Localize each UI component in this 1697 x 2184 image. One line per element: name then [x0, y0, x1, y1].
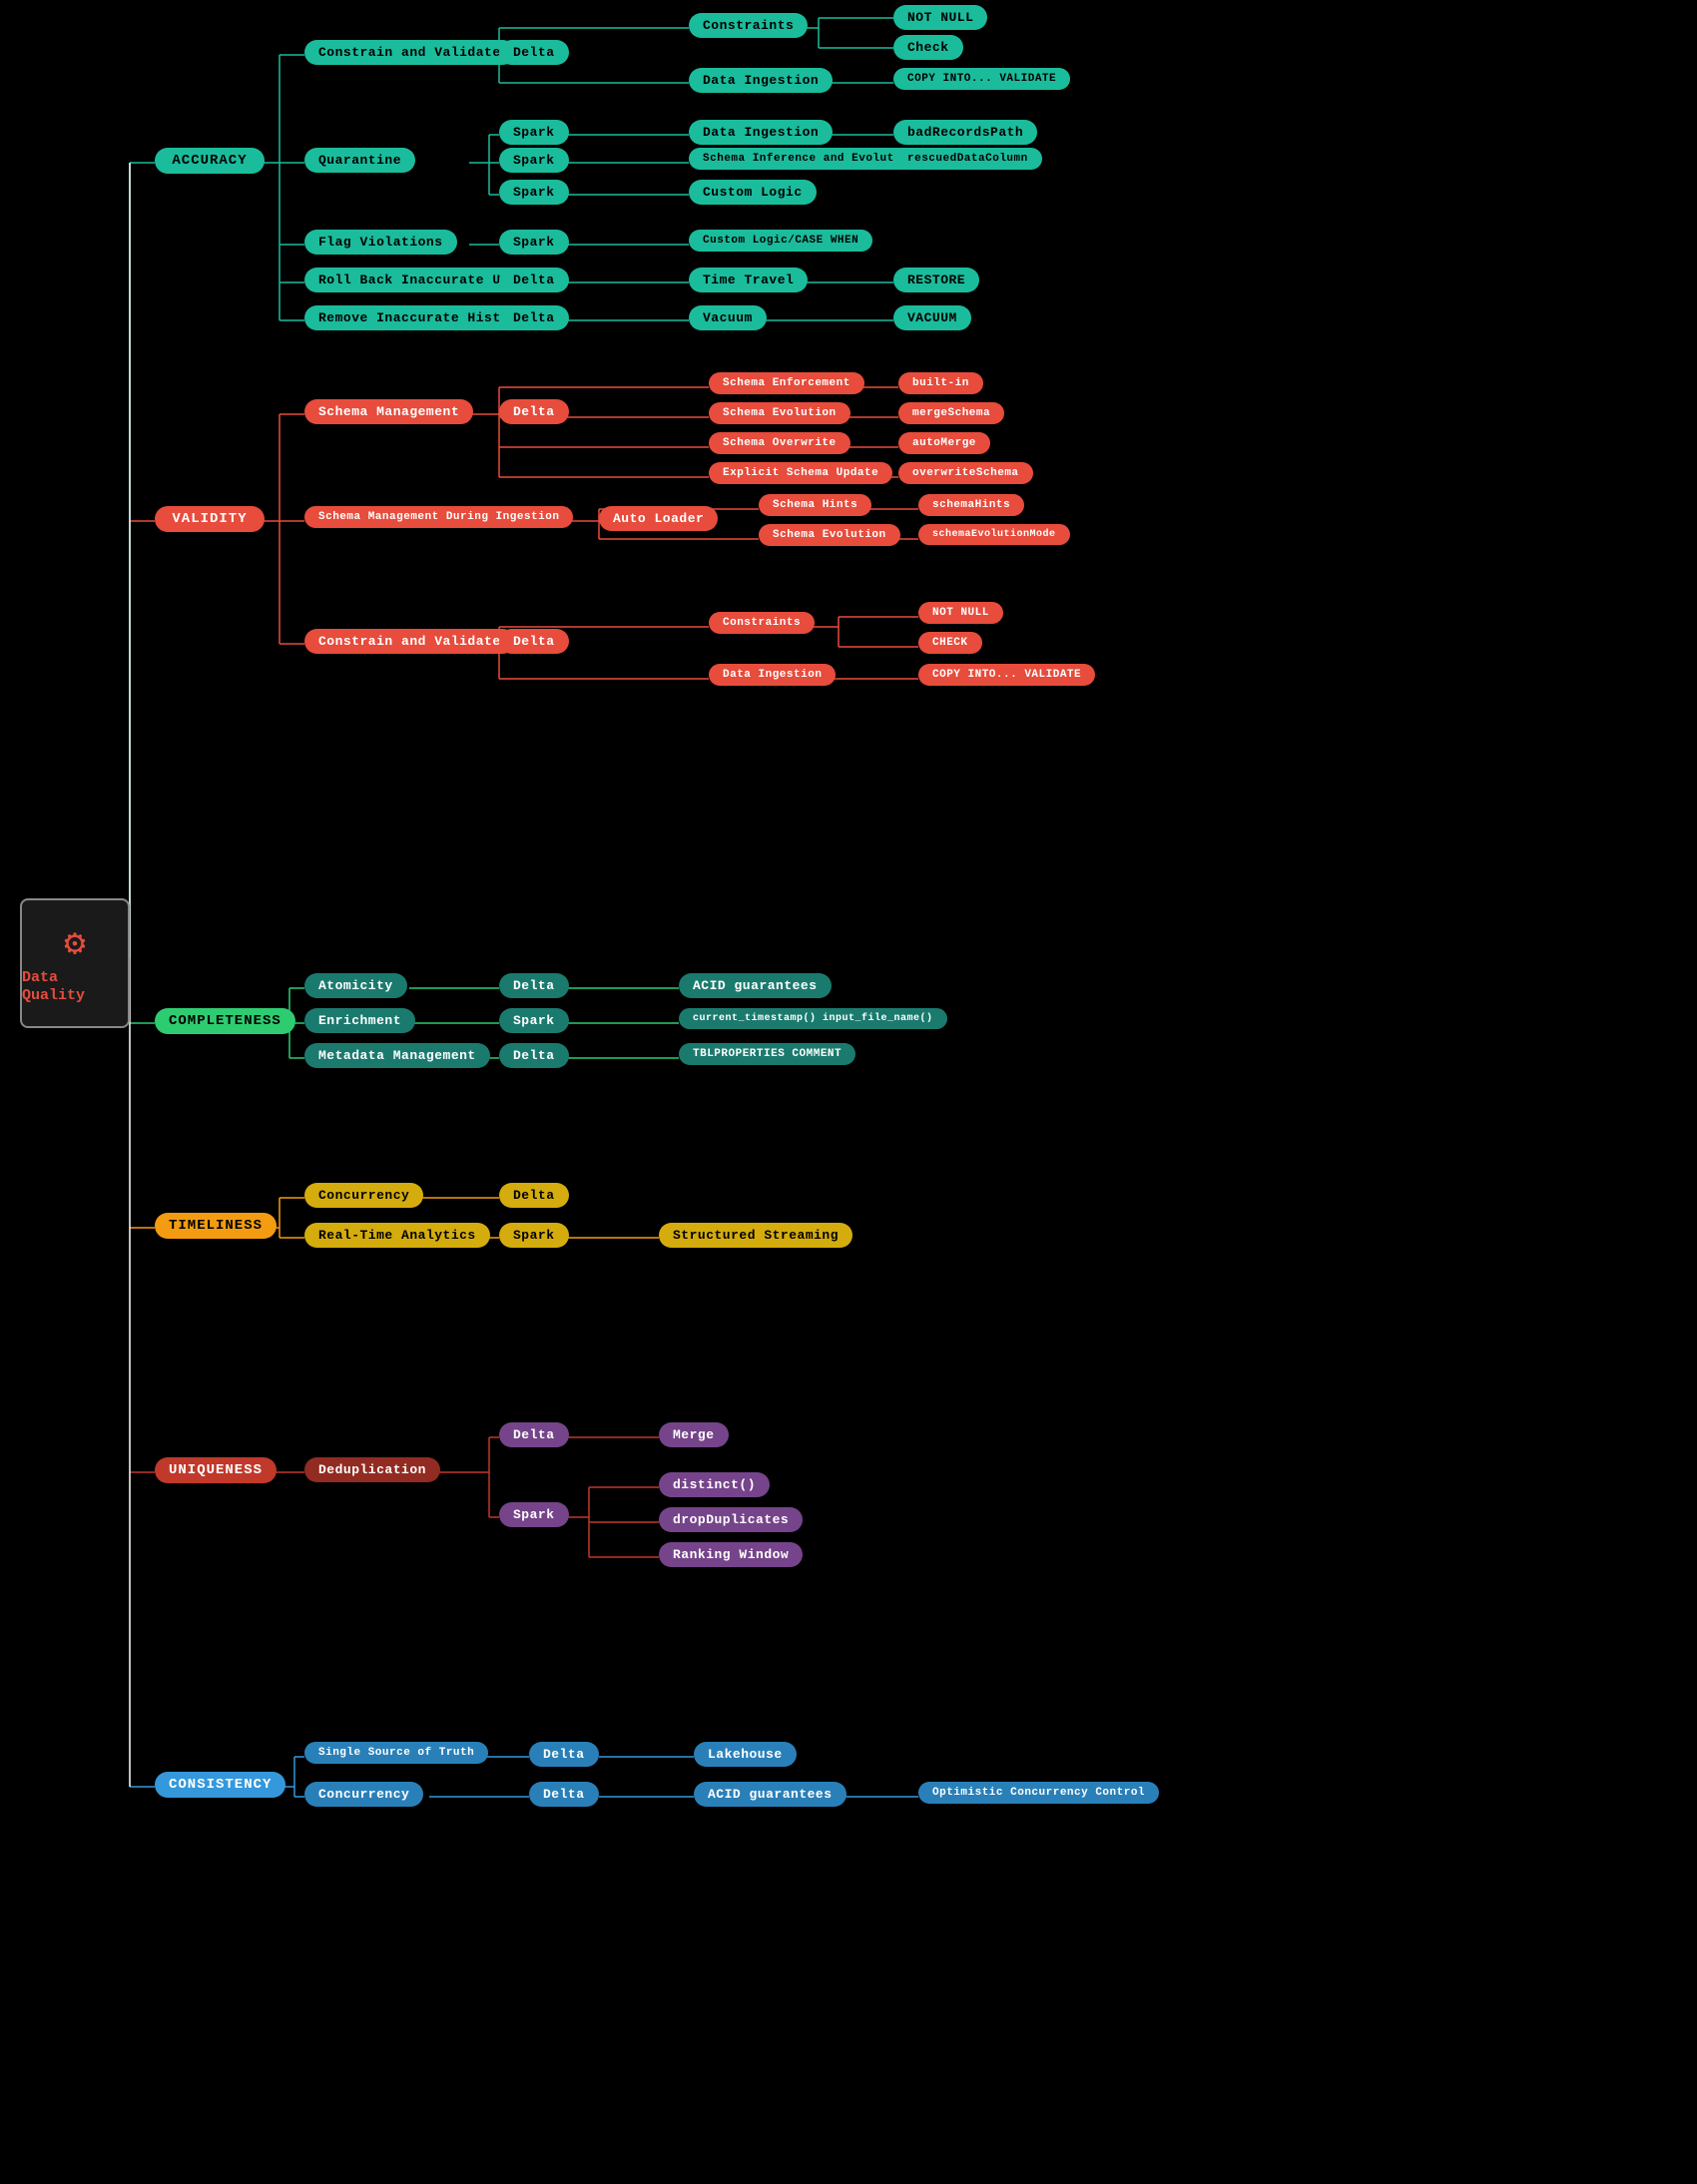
schema-mgmt-ing-val: Schema Management During Ingestion	[304, 506, 573, 528]
delta-acc2: Delta	[499, 268, 569, 292]
opt-concurrency-con: Optimistic Concurrency Control	[918, 1782, 1159, 1804]
flag-violations-acc: Flag Violations	[304, 230, 457, 255]
copy-validate-val: COPY INTO... VALIDATE	[918, 664, 1095, 686]
bad-records-acc: badRecordsPath	[893, 120, 1037, 145]
ranking-uniq: Ranking Window	[659, 1542, 803, 1567]
auto-merge-val: autoMerge	[898, 432, 990, 454]
custom-logic-acc1: Custom Logic	[689, 180, 817, 205]
schema-mgmt-val: Schema Management	[304, 399, 473, 424]
metadata-mgmt-comp: Metadata Management	[304, 1043, 490, 1068]
spark-acc1: Spark	[499, 120, 569, 145]
delta-val2: Delta	[499, 629, 569, 654]
realtime-tim: Real-Time Analytics	[304, 1223, 490, 1248]
constraints-acc: Constraints	[689, 13, 808, 38]
cat-uniqueness: UNIQUENESS	[155, 1457, 277, 1483]
atomicity-comp: Atomicity	[304, 973, 407, 998]
spark-acc4: Spark	[499, 230, 569, 255]
schema-hints-v: schemaHints	[918, 494, 1024, 516]
acid-con: ACID guarantees	[694, 1782, 847, 1807]
not-null-val: NOT NULL	[918, 602, 1003, 624]
explicit-schema-val: Explicit Schema Update	[709, 462, 892, 484]
drop-dup-uniq: dropDuplicates	[659, 1507, 803, 1532]
rescued-acc: rescuedDataColumn	[893, 148, 1042, 170]
delta-comp2: Delta	[499, 1043, 569, 1068]
cat-consistency: CONSISTENCY	[155, 1772, 285, 1798]
constrain-validate-val: Constrain and Validate	[304, 629, 515, 654]
schema-hints-val: Schema Hints	[759, 494, 871, 516]
concurrency-con: Concurrency	[304, 1782, 423, 1807]
overwrite-schema-val: overwriteSchema	[898, 462, 1033, 484]
struct-stream-tim: Structured Streaming	[659, 1223, 852, 1248]
delta-con1: Delta	[529, 1742, 599, 1767]
schema-enf-val: Schema Enforcement	[709, 372, 864, 394]
lakehouse-con: Lakehouse	[694, 1742, 797, 1767]
delta-val1: Delta	[499, 399, 569, 424]
data-ingestion-acc1: Data Ingestion	[689, 68, 833, 93]
check-val: CHECK	[918, 632, 982, 654]
dq-icon: ⚙	[64, 922, 86, 965]
delta-acc3: Delta	[499, 305, 569, 330]
delta-tim1: Delta	[499, 1183, 569, 1208]
schema-evo2-val: Schema Evolution	[759, 524, 900, 546]
enrichment-comp: Enrichment	[304, 1008, 415, 1033]
delta-comp1: Delta	[499, 973, 569, 998]
schema-ovw-val: Schema Overwrite	[709, 432, 850, 454]
dedup-uniq: Deduplication	[304, 1457, 440, 1482]
data-ing-val: Data Ingestion	[709, 664, 836, 686]
delta-uniq1: Delta	[499, 1422, 569, 1447]
check-acc: Check	[893, 35, 963, 60]
merge-schema-val: mergeSchema	[898, 402, 1004, 424]
vacuum-val-acc: VACUUM	[893, 305, 971, 330]
acid-comp: ACID guarantees	[679, 973, 832, 998]
spark-acc3: Spark	[499, 180, 569, 205]
cat-completeness: COMPLETENESS	[155, 1008, 295, 1034]
concurrency-tim: Concurrency	[304, 1183, 423, 1208]
auto-loader-val: Auto Loader	[599, 506, 718, 531]
vacuum-label-acc: Vacuum	[689, 305, 767, 330]
timestamp-comp: current_timestamp() input_file_name()	[679, 1008, 947, 1029]
quarantine-acc: Quarantine	[304, 148, 415, 173]
spark-acc2: Spark	[499, 148, 569, 173]
constrain-validate-acc: Constrain and Validate	[304, 40, 515, 65]
not-null-acc: NOT NULL	[893, 5, 987, 30]
data-quality-box: ⚙ Data Quality	[20, 898, 130, 1028]
spark-tim1: Spark	[499, 1223, 569, 1248]
schema-evo-mode-val: schemaEvolutionMode	[918, 524, 1070, 545]
data-ingestion-acc2: Data Ingestion	[689, 120, 833, 145]
delta-acc1: Delta	[499, 40, 569, 65]
cat-validity: VALIDITY	[155, 506, 265, 532]
restore-acc: RESTORE	[893, 268, 979, 292]
copy-validate-acc: COPY INTO... VALIDATE	[893, 68, 1070, 90]
delta-con2: Delta	[529, 1782, 599, 1807]
constraints-val: Constraints	[709, 612, 815, 634]
schema-evo-val: Schema Evolution	[709, 402, 850, 424]
tblprops-comp: TBLPROPERTIES COMMENT	[679, 1043, 855, 1065]
built-in-val: built-in	[898, 372, 983, 394]
time-travel-acc: Time Travel	[689, 268, 808, 292]
distinct-uniq: distinct()	[659, 1472, 770, 1497]
cat-accuracy: ACCURACY	[155, 148, 265, 174]
cat-timeliness: TIMELINESS	[155, 1213, 277, 1239]
custom-logic-acc2: Custom Logic/CASE WHEN	[689, 230, 872, 252]
merge-uniq: Merge	[659, 1422, 729, 1447]
dq-title: Data Quality	[22, 969, 128, 1005]
spark-comp1: Spark	[499, 1008, 569, 1033]
single-source-con: Single Source of Truth	[304, 1742, 488, 1764]
spark-uniq1: Spark	[499, 1502, 569, 1527]
